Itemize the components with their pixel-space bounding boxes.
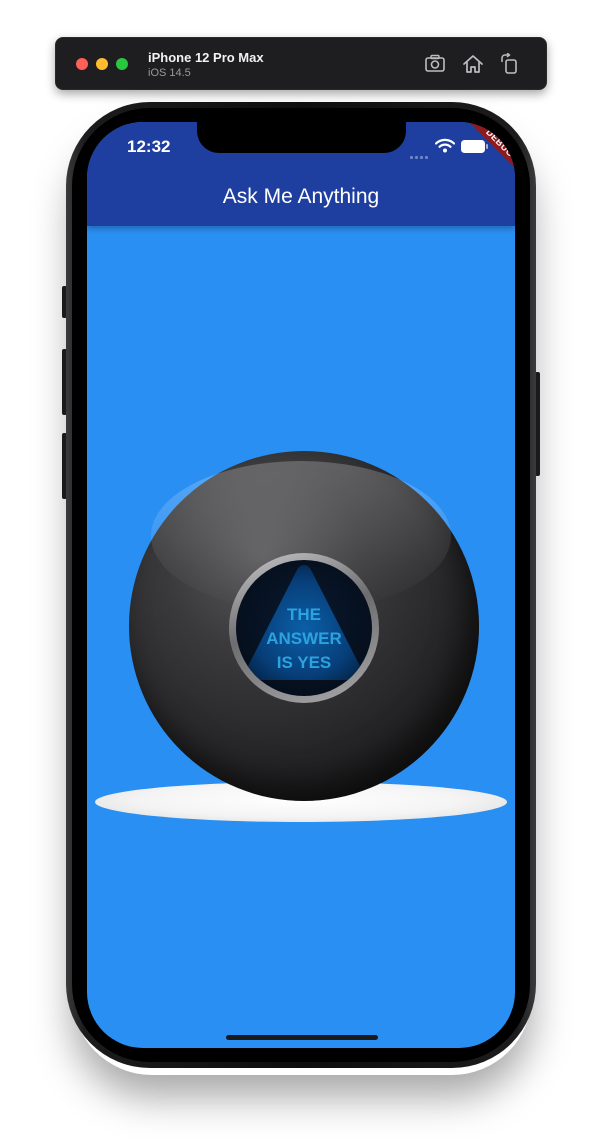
stage: iPhone 12 Pro Max iOS 14.5 12:32 Ask Me … bbox=[0, 0, 602, 1144]
phone-screen: 12:32 Ask Me Anything DEBUG THE ANSWER I… bbox=[87, 122, 515, 1048]
answer-line-1: THE bbox=[287, 605, 321, 624]
magic-8-ball-image: THE ANSWER IS YES bbox=[129, 451, 479, 801]
close-window-button[interactable] bbox=[76, 58, 88, 70]
debug-banner: DEBUG bbox=[445, 122, 515, 192]
home-indicator[interactable] bbox=[226, 1035, 378, 1040]
answer-line-2: ANSWER bbox=[266, 629, 342, 648]
debug-banner-label: DEBUG bbox=[463, 122, 515, 180]
answer-text: THE ANSWER IS YES bbox=[236, 603, 372, 675]
device-name: iPhone 12 Pro Max bbox=[148, 50, 264, 65]
ball-answer-window: THE ANSWER IS YES bbox=[236, 560, 372, 696]
answer-line-3: IS YES bbox=[276, 653, 332, 672]
minimize-window-button[interactable] bbox=[96, 58, 108, 70]
device-os-version: iOS 14.5 bbox=[148, 67, 191, 79]
status-bar-time: 12:32 bbox=[127, 137, 171, 156]
home-icon[interactable] bbox=[461, 53, 485, 75]
zoom-window-button[interactable] bbox=[116, 58, 128, 70]
simulator-toolbar: iPhone 12 Pro Max iOS 14.5 bbox=[55, 37, 547, 90]
app-bar: 12:32 Ask Me Anything DEBUG bbox=[87, 122, 515, 226]
screenshot-icon[interactable] bbox=[423, 53, 447, 75]
notch bbox=[197, 122, 406, 153]
magic-ball-button[interactable]: THE ANSWER IS YES bbox=[87, 442, 515, 842]
cellular-signal-icon bbox=[410, 147, 432, 159]
rotate-icon[interactable] bbox=[498, 52, 522, 75]
